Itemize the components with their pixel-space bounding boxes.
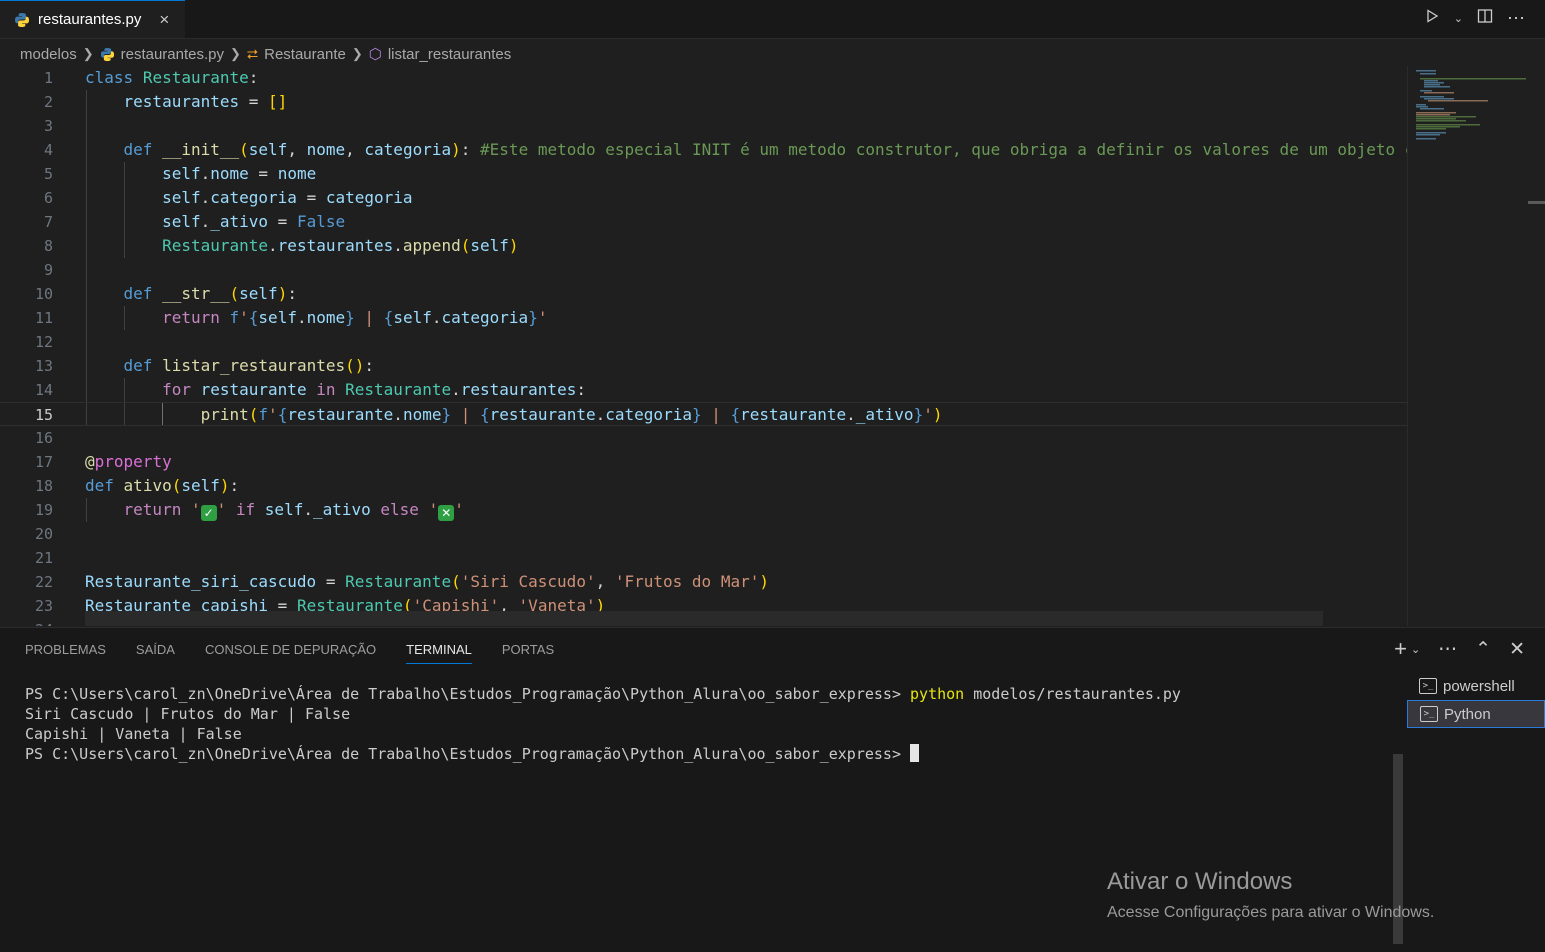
tab-debug-console[interactable]: CONSOLE DE DEPURAÇÃO bbox=[205, 642, 376, 664]
code-line: 17 @property bbox=[34, 452, 172, 471]
terminal-item-powershell[interactable]: >_ powershell bbox=[1407, 672, 1545, 700]
breadcrumb-folder[interactable]: modelos bbox=[20, 46, 77, 63]
code-line: 2 restaurantes = [] bbox=[43, 92, 288, 111]
watermark-subtitle: Acesse Configurações para ativar o Windo… bbox=[1107, 904, 1435, 921]
maximize-panel-icon[interactable]: ⌃ bbox=[1475, 638, 1491, 661]
vertical-scrollbar[interactable] bbox=[1528, 66, 1545, 626]
tab-bar: restaurantes.py × ⌄ ⋯ bbox=[0, 0, 1545, 39]
tab-ports[interactable]: PORTAS bbox=[502, 642, 554, 664]
editor-actions: ⌄ ⋯ bbox=[1424, 8, 1525, 29]
code-line: 3 bbox=[43, 117, 53, 135]
terminal-cursor bbox=[910, 744, 920, 762]
terminal-icon: >_ bbox=[1419, 678, 1437, 694]
panel-tabs: PROBLEMAS SAÍDA CONSOLE DE DEPURAÇÃO TER… bbox=[25, 642, 554, 664]
current-line: 15 print(f'{restaurante.nome} | {restaur… bbox=[0, 402, 1407, 426]
breadcrumb-method[interactable]: listar_restaurantes bbox=[388, 46, 511, 63]
python-file-icon bbox=[100, 47, 114, 61]
terminal-list: >_ powershell >_ Python bbox=[1407, 672, 1545, 728]
code-line: 10 def __str__(self): bbox=[34, 284, 297, 303]
run-icon[interactable] bbox=[1424, 8, 1440, 29]
code-line: 14 for restaurante in Restaurante.restau… bbox=[34, 380, 586, 399]
code-line: 7 self._ativo = False bbox=[43, 212, 346, 231]
code-line: 9 bbox=[43, 261, 53, 279]
code-line: 4 def __init__(self, nome, categoria): #… bbox=[0, 138, 1407, 162]
terminal-line: PS C:\Users\carol_zn\OneDrive\Área de Tr… bbox=[25, 744, 1181, 764]
terminal-item-python[interactable]: >_ Python bbox=[1407, 700, 1545, 728]
horizontal-scrollbar[interactable] bbox=[85, 611, 1323, 626]
terminal-output[interactable]: PS C:\Users\carol_zn\OneDrive\Área de Tr… bbox=[25, 684, 1181, 764]
chevron-right-icon: ❯ bbox=[82, 46, 94, 61]
code-line: 11 return f'{self.nome} | {self.categori… bbox=[34, 308, 548, 327]
code-line: 22 Restaurante_siri_cascudo = Restaurante… bbox=[34, 572, 769, 591]
code-line: 21 bbox=[34, 549, 53, 567]
tab-terminal[interactable]: TERMINAL bbox=[406, 642, 472, 664]
code-line: 12 bbox=[34, 333, 53, 351]
code-line: 20 bbox=[34, 525, 53, 543]
panel-actions: + ⌄ ⋯ ⌃ ✕ bbox=[1394, 636, 1525, 662]
more-actions-icon[interactable]: ⋯ bbox=[1507, 8, 1525, 29]
add-terminal-icon[interactable]: + bbox=[1394, 636, 1407, 662]
python-file-icon bbox=[15, 12, 29, 27]
chevron-down-icon[interactable]: ⌄ bbox=[1411, 643, 1420, 656]
minimap[interactable] bbox=[1407, 66, 1528, 626]
breadcrumb-class[interactable]: Restaurante bbox=[264, 46, 346, 63]
class-icon: ⮂ bbox=[246, 45, 259, 62]
code-line: 19 return ' ✓ ' if self._ativo else ' ✕ ' bbox=[34, 500, 464, 521]
code-line: 8 Restaurante.restaurantes.append(self) bbox=[43, 236, 519, 255]
method-icon: ⬡ bbox=[368, 46, 382, 63]
close-panel-icon[interactable]: ✕ bbox=[1509, 638, 1525, 661]
close-icon[interactable]: × bbox=[159, 10, 169, 30]
tab-filename: restaurantes.py bbox=[38, 11, 142, 28]
terminal-line: Siri Cascudo | Frutos do Mar | False bbox=[25, 705, 351, 723]
watermark-title: Ativar o Windows bbox=[1107, 868, 1293, 895]
code-line: 13 def listar_restaurantes(): bbox=[34, 356, 375, 375]
terminal-icon: >_ bbox=[1420, 706, 1438, 722]
terminal-line: Capishi | Vaneta | False bbox=[25, 725, 242, 743]
scrollbar-thumb[interactable] bbox=[1528, 201, 1545, 204]
terminal-line: PS C:\Users\carol_zn\OneDrive\Área de Tr… bbox=[25, 685, 1181, 703]
more-actions-icon[interactable]: ⋯ bbox=[1438, 638, 1457, 661]
check-mark-icon: ✓ bbox=[200, 505, 217, 521]
breadcrumb: modelos ❯ restaurantes.py ❯ ⮂ Restaurant… bbox=[20, 42, 511, 66]
code-line: 5 self.nome = nome bbox=[43, 164, 317, 183]
activation-watermark: Ativar o Windows Acesse Configurações pa… bbox=[1107, 868, 1434, 922]
code-comment: #Este metodo especial INIT é um metodo c… bbox=[480, 140, 1407, 159]
code-line: 16 bbox=[34, 429, 53, 447]
code-line: 1 class Restaurante: bbox=[43, 68, 259, 87]
editor-tab[interactable]: restaurantes.py × bbox=[0, 0, 185, 38]
chevron-right-icon: ❯ bbox=[230, 46, 241, 61]
cross-mark-icon: ✕ bbox=[438, 505, 455, 521]
tab-problems[interactable]: PROBLEMAS bbox=[25, 642, 106, 664]
bottom-panel: PROBLEMAS SAÍDA CONSOLE DE DEPURAÇÃO TER… bbox=[0, 627, 1545, 952]
code-editor[interactable]: 1 class Restaurante: 2 restaurantes = [] … bbox=[0, 66, 1407, 626]
code-line: 18 def ativo(self): bbox=[34, 476, 240, 495]
code-line: 6 self.categoria = categoria bbox=[43, 188, 413, 207]
tab-output[interactable]: SAÍDA bbox=[136, 642, 175, 664]
split-editor-icon[interactable] bbox=[1477, 8, 1493, 29]
minimap-preview bbox=[1416, 70, 1526, 140]
chevron-right-icon: ❯ bbox=[351, 46, 363, 61]
chevron-down-icon[interactable]: ⌄ bbox=[1454, 12, 1463, 25]
breadcrumb-file[interactable]: restaurantes.py bbox=[121, 46, 224, 63]
